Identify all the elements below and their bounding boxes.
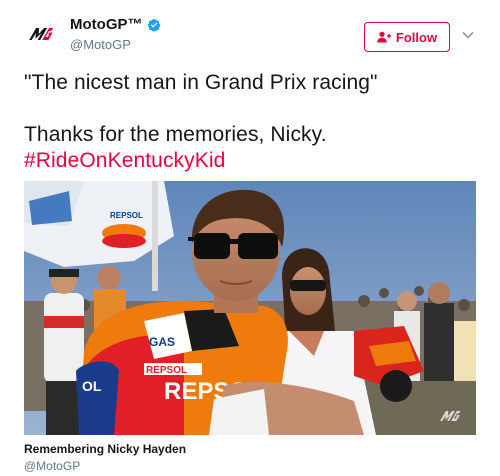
tweet-text-thanks: Thanks for the memories, Nicky. [24, 123, 327, 146]
tweet-text-spacer [24, 96, 484, 122]
tweet-text: "The nicest man in Grand Prix racing" Th… [24, 70, 484, 174]
add-user-icon [377, 31, 391, 43]
display-name-text: MotoGP™ [70, 16, 143, 33]
media-card-handle[interactable]: @MotoGP [24, 459, 80, 473]
display-name[interactable]: MotoGP™ [70, 16, 161, 34]
sleeve-text: OL [82, 378, 102, 394]
author-handle[interactable]: @MotoGP [70, 37, 161, 53]
author-info[interactable]: MotoGP™ @MotoGP [70, 16, 161, 53]
motogp-logo-icon [29, 28, 54, 40]
follow-label: Follow [395, 29, 438, 45]
tweet-text-quote: "The nicest man in Grand Prix racing" [24, 71, 378, 94]
avatar[interactable] [22, 15, 60, 53]
umbrella-logo-text: REPSOL [110, 211, 143, 220]
verified-badge-icon [147, 19, 160, 32]
media-video[interactable]: REPSOL GAS REPSOL REPSO OL [24, 181, 476, 435]
repsol-badge-text: REPSOL [146, 365, 187, 376]
media-card-title[interactable]: Remembering Nicky Hayden [24, 442, 186, 456]
video-thumbnail: REPSOL GAS REPSOL REPSO OL [24, 181, 476, 435]
follow-button[interactable]: Follow [364, 22, 450, 52]
hashtag-link[interactable]: #RideOnKentuckyKid [24, 148, 484, 174]
gas-badge-text: GAS [149, 335, 175, 349]
tweet-card: MotoGP™ @MotoGP Follow "The nicest man i… [0, 0, 500, 476]
chevron-down-icon[interactable] [461, 28, 475, 42]
